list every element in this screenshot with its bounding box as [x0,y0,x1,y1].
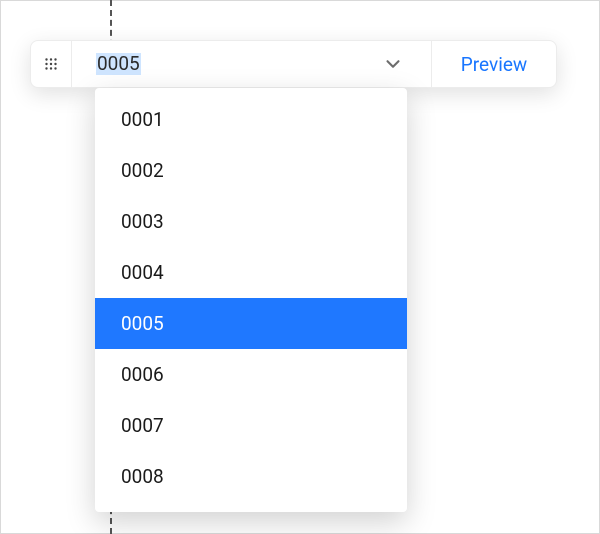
drag-handle-icon [44,57,58,71]
row-select-value: 0005 [96,53,141,76]
dropdown-item-label: 0001 [121,108,164,131]
dropdown-item[interactable]: 0001 [95,94,407,145]
chevron-down-icon [379,50,407,78]
dropdown-item[interactable]: 0005 [95,298,407,349]
dropdown-item[interactable]: 0007 [95,400,407,451]
dropdown-item[interactable]: 0004 [95,247,407,298]
dropdown-item[interactable]: 0003 [95,196,407,247]
dropdown-item-label: 0004 [121,261,164,284]
dropdown-item-label: 0005 [121,312,164,335]
dropdown-item-label: 0008 [121,465,164,488]
row-select[interactable]: 0005 [72,41,432,87]
preview-button-label: Preview [461,53,527,76]
preview-button[interactable]: Preview [432,41,556,87]
dropdown-item-label: 0007 [121,414,164,437]
dropdown-item-label: 0002 [121,159,164,182]
dropdown-item-label: 0006 [121,363,164,386]
dropdown-item[interactable]: 0006 [95,349,407,400]
dropdown-item[interactable]: 0008 [95,451,407,502]
dropdown-item-label: 0003 [121,210,164,233]
drag-handle[interactable] [31,41,72,87]
row-select-dropdown: 0001 0002 0003 0004 0005 0006 0007 0008 [95,88,407,512]
dropdown-item[interactable]: 0002 [95,145,407,196]
row-control-bar: 0005 Preview [30,40,557,88]
